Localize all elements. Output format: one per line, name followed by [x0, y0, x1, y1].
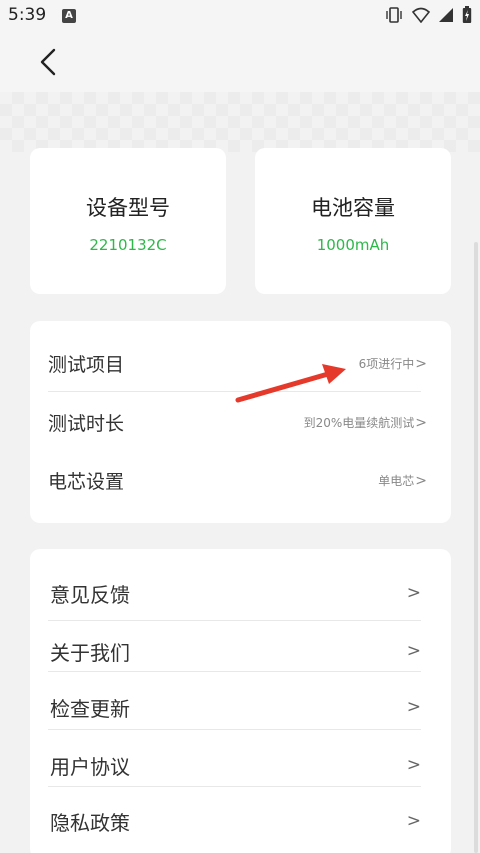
- test-duration-label: 测试时长: [48, 412, 125, 435]
- vibrate-icon: [386, 7, 402, 23]
- menu-item-label: 关于我们: [50, 640, 130, 665]
- divider: [48, 391, 421, 392]
- signal-icon: [439, 8, 453, 22]
- test-duration-row[interactable]: 测试时长 到20%电量续航测试>: [48, 394, 427, 450]
- menu-item-check-update[interactable]: 检查更新 >: [50, 679, 421, 735]
- scrollbar[interactable]: [474, 242, 478, 853]
- battery-capacity-card: 电池容量 1000mAh: [255, 148, 451, 294]
- test-items-row[interactable]: 测试项目 6项进行中>: [48, 335, 427, 391]
- menu-item-label: 检查更新: [50, 696, 130, 721]
- chevron-right-icon: >: [406, 641, 421, 661]
- status-time: 5:39: [8, 5, 47, 25]
- chevron-right-icon: >: [415, 355, 427, 372]
- divider: [48, 786, 421, 787]
- cell-settings-value: 单电芯>: [378, 472, 427, 489]
- chevron-right-icon: >: [406, 811, 421, 831]
- header-pattern: [0, 92, 480, 152]
- menu-item-label: 隐私政策: [50, 810, 130, 835]
- device-model-title: 设备型号: [86, 196, 170, 220]
- battery-capacity-title: 电池容量: [311, 196, 395, 220]
- test-duration-value: 到20%电量续航测试>: [303, 414, 427, 431]
- battery-capacity-value: 1000mAh: [316, 236, 390, 254]
- back-button[interactable]: [30, 44, 70, 80]
- chevron-right-icon: >: [415, 414, 427, 431]
- cell-settings-label: 电芯设置: [48, 470, 125, 493]
- notification-icon: A: [62, 9, 76, 23]
- menu-item-user-agreement[interactable]: 用户协议 >: [50, 737, 421, 793]
- status-icons: [384, 6, 472, 24]
- test-items-label: 测试项目: [48, 353, 125, 376]
- divider: [48, 620, 421, 621]
- chevron-right-icon: >: [406, 755, 421, 775]
- device-model-card: 设备型号 2210132C: [30, 148, 226, 294]
- divider: [48, 729, 421, 730]
- menu-item-privacy-policy[interactable]: 隐私政策 >: [50, 793, 421, 849]
- chevron-right-icon: >: [406, 697, 421, 717]
- test-items-value: 6项进行中>: [358, 355, 427, 372]
- device-model-value: 2210132C: [89, 236, 167, 254]
- back-arrow-icon: [40, 48, 56, 76]
- cell-settings-row[interactable]: 电芯设置 单电芯>: [48, 452, 427, 508]
- nav-bar: [0, 32, 480, 92]
- menu-card: 意见反馈 > 关于我们 > 检查更新 > 用户协议 > 隐私政策 >: [30, 549, 451, 853]
- menu-item-label: 意见反馈: [50, 582, 130, 607]
- test-settings-card: 测试项目 6项进行中> 测试时长 到20%电量续航测试> 电芯设置 单电芯>: [30, 321, 451, 523]
- menu-item-label: 用户协议: [50, 754, 130, 779]
- wifi-icon: [412, 7, 430, 23]
- menu-item-feedback[interactable]: 意见反馈 >: [50, 565, 421, 621]
- divider: [48, 671, 421, 672]
- chevron-right-icon: >: [415, 472, 427, 489]
- chevron-right-icon: >: [406, 583, 421, 603]
- battery-icon: [462, 6, 472, 23]
- status-bar: 5:39 A: [0, 0, 480, 32]
